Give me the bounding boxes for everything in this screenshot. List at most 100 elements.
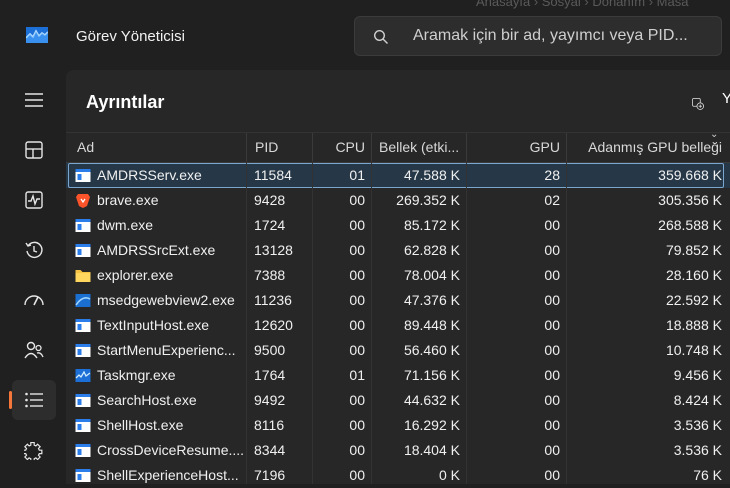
cell-cpu: 00 bbox=[349, 267, 365, 283]
sidebar-item-processes[interactable] bbox=[12, 130, 56, 170]
table-row[interactable]: msedgewebview2.exe 11236 00 47.376 K 00 22.59… bbox=[66, 288, 730, 313]
process-name: AMDRSSrcExt.exe bbox=[97, 242, 216, 258]
folder-icon bbox=[75, 268, 91, 283]
cell-gpu-memory: 8.424 K bbox=[673, 392, 722, 408]
cell-gpu: 00 bbox=[544, 392, 560, 408]
run-new-task-icon[interactable] bbox=[692, 92, 714, 116]
cell-gpu-memory: 9.456 K bbox=[673, 367, 722, 383]
search-icon bbox=[373, 29, 388, 44]
app-window-icon bbox=[75, 418, 91, 433]
cell-pid: 9500 bbox=[254, 342, 286, 358]
cell-memory: 18.404 K bbox=[403, 442, 460, 458]
cell-pid: 13128 bbox=[254, 242, 293, 258]
edge-webview-icon bbox=[75, 293, 91, 308]
users-icon bbox=[24, 341, 44, 359]
performance-icon bbox=[25, 191, 43, 209]
sidebar-item-details[interactable] bbox=[9, 380, 56, 420]
column-divider bbox=[246, 161, 247, 484]
column-header-pid[interactable]: PID bbox=[246, 133, 312, 162]
cell-gpu: 00 bbox=[544, 467, 560, 483]
sidebar-item-users[interactable] bbox=[12, 330, 56, 370]
app-title: Görev Yöneticisi bbox=[76, 28, 185, 45]
sidebar-item-performance[interactable] bbox=[12, 180, 56, 220]
table-row[interactable]: ShellHost.exe 8116 00 16.292 K 00 3.536 K bbox=[66, 413, 730, 438]
cell-memory: 71.156 K bbox=[403, 367, 460, 383]
app-window-icon bbox=[75, 243, 91, 258]
cell-pid: 9428 bbox=[254, 192, 286, 208]
cell-gpu-memory: 268.588 K bbox=[658, 217, 722, 233]
sidebar-item-services[interactable] bbox=[12, 430, 56, 470]
cell-gpu: 00 bbox=[544, 267, 560, 283]
process-name: CrossDeviceResume.... bbox=[97, 442, 245, 458]
details-table: Ad PID CPU Bellek (etki... GPU Adanmış G… bbox=[66, 129, 730, 488]
process-name: TextInputHost.exe bbox=[97, 317, 210, 333]
cell-cpu: 00 bbox=[349, 342, 365, 358]
process-name: Taskmgr.exe bbox=[97, 367, 176, 383]
app-window-icon bbox=[75, 343, 91, 358]
search-input[interactable]: Aramak için bir ad, yayımcı veya PID... bbox=[354, 16, 722, 56]
process-name: msedgewebview2.exe bbox=[97, 292, 235, 308]
app-window-icon bbox=[75, 393, 91, 408]
cell-gpu-memory: 305.356 K bbox=[658, 192, 722, 208]
app-window-icon bbox=[75, 468, 91, 483]
table-body: AMDRSServ.exe 11584 01 47.588 K 28 359.668 K b… bbox=[66, 163, 730, 488]
cell-memory: 16.292 K bbox=[403, 417, 460, 433]
services-icon bbox=[24, 441, 43, 460]
column-header-gpu[interactable]: GPU bbox=[466, 133, 566, 162]
column-header-cpu[interactable]: CPU bbox=[312, 133, 371, 162]
cell-pid: 8116 bbox=[254, 417, 285, 433]
table-row[interactable]: brave.exe 9428 00 269.352 K 02 305.356 K bbox=[66, 188, 730, 213]
app-window-icon bbox=[75, 168, 91, 183]
cell-gpu: 00 bbox=[544, 217, 560, 233]
table-row[interactable]: TextInputHost.exe 12620 00 89.448 K 00 18.888… bbox=[66, 313, 730, 338]
table-row[interactable]: Taskmgr.exe 1764 01 71.156 K 00 9.456 K bbox=[66, 363, 730, 388]
cell-gpu: 00 bbox=[544, 367, 560, 383]
process-name: explorer.exe bbox=[97, 267, 174, 283]
processes-icon bbox=[25, 141, 43, 159]
column-header-name[interactable]: Ad bbox=[66, 133, 246, 162]
column-header-memory[interactable]: Bellek (etki... bbox=[371, 133, 466, 162]
cell-pid: 1764 bbox=[254, 367, 286, 383]
cell-cpu: 01 bbox=[349, 367, 365, 383]
cell-memory: 62.828 K bbox=[403, 242, 460, 258]
table-row[interactable]: SearchHost.exe 9492 00 44.632 K 00 8.424 K bbox=[66, 388, 730, 413]
details-panel: Ayrıntılar Y Ad PID CPU Bellek (etki... … bbox=[66, 70, 730, 484]
cell-memory: 56.460 K bbox=[403, 342, 460, 358]
cell-memory: 85.172 K bbox=[403, 217, 460, 233]
cell-memory: 47.376 K bbox=[403, 292, 460, 308]
process-name: StartMenuExperienc... bbox=[97, 342, 236, 358]
table-row[interactable]: CrossDeviceResume.... 8344 00 18.404 K 00 3.5… bbox=[66, 438, 730, 463]
cell-gpu: 00 bbox=[544, 242, 560, 258]
column-divider bbox=[371, 161, 372, 484]
process-name: AMDRSServ.exe bbox=[97, 167, 202, 183]
cell-gpu: 00 bbox=[544, 317, 560, 333]
cell-cpu: 00 bbox=[349, 217, 365, 233]
search-placeholder: Aramak için bir ad, yayımcı veya PID... bbox=[413, 27, 688, 44]
table-row[interactable]: AMDRSServ.exe 11584 01 47.588 K 28 359.668 K bbox=[66, 163, 730, 188]
app-history-icon bbox=[25, 241, 43, 259]
cell-memory: 269.352 K bbox=[396, 192, 460, 208]
table-row[interactable]: AMDRSSrcExt.exe 13128 00 62.828 K 00 79.852 K bbox=[66, 238, 730, 263]
table-row[interactable]: explorer.exe 7388 00 78.004 K 00 28.160 K bbox=[66, 263, 730, 288]
cell-gpu: 02 bbox=[544, 192, 560, 208]
cell-cpu: 00 bbox=[349, 192, 365, 208]
table-row[interactable]: ShellExperienceHost... 7196 00 0 K 00 76 K bbox=[66, 463, 730, 488]
run-new-task-button[interactable]: Y bbox=[722, 90, 730, 107]
cell-pid: 9492 bbox=[254, 392, 286, 408]
sidebar-item-app-history[interactable] bbox=[12, 230, 56, 270]
hamburger-menu-button[interactable] bbox=[12, 80, 56, 120]
cell-gpu-memory: 18.888 K bbox=[665, 317, 722, 333]
task-manager-icon bbox=[75, 368, 91, 383]
column-header-gpu-memory[interactable]: Adanmış GPU belleği bbox=[566, 133, 730, 162]
cell-pid: 7196 bbox=[254, 467, 286, 483]
table-row[interactable]: StartMenuExperienc... 9500 00 56.460 K 00 10.… bbox=[66, 338, 730, 363]
page-title: Ayrıntılar bbox=[86, 92, 165, 112]
startup-apps-icon bbox=[24, 295, 44, 306]
process-name: dwm.exe bbox=[97, 217, 154, 233]
sidebar-item-startup[interactable] bbox=[12, 280, 56, 320]
cell-gpu-memory: 3.536 K bbox=[673, 417, 722, 433]
cell-cpu: 00 bbox=[349, 417, 365, 433]
app-window-icon bbox=[75, 218, 91, 233]
table-row[interactable]: dwm.exe 1724 00 85.172 K 00 268.588 K bbox=[66, 213, 730, 238]
hamburger-menu-icon bbox=[25, 93, 43, 107]
